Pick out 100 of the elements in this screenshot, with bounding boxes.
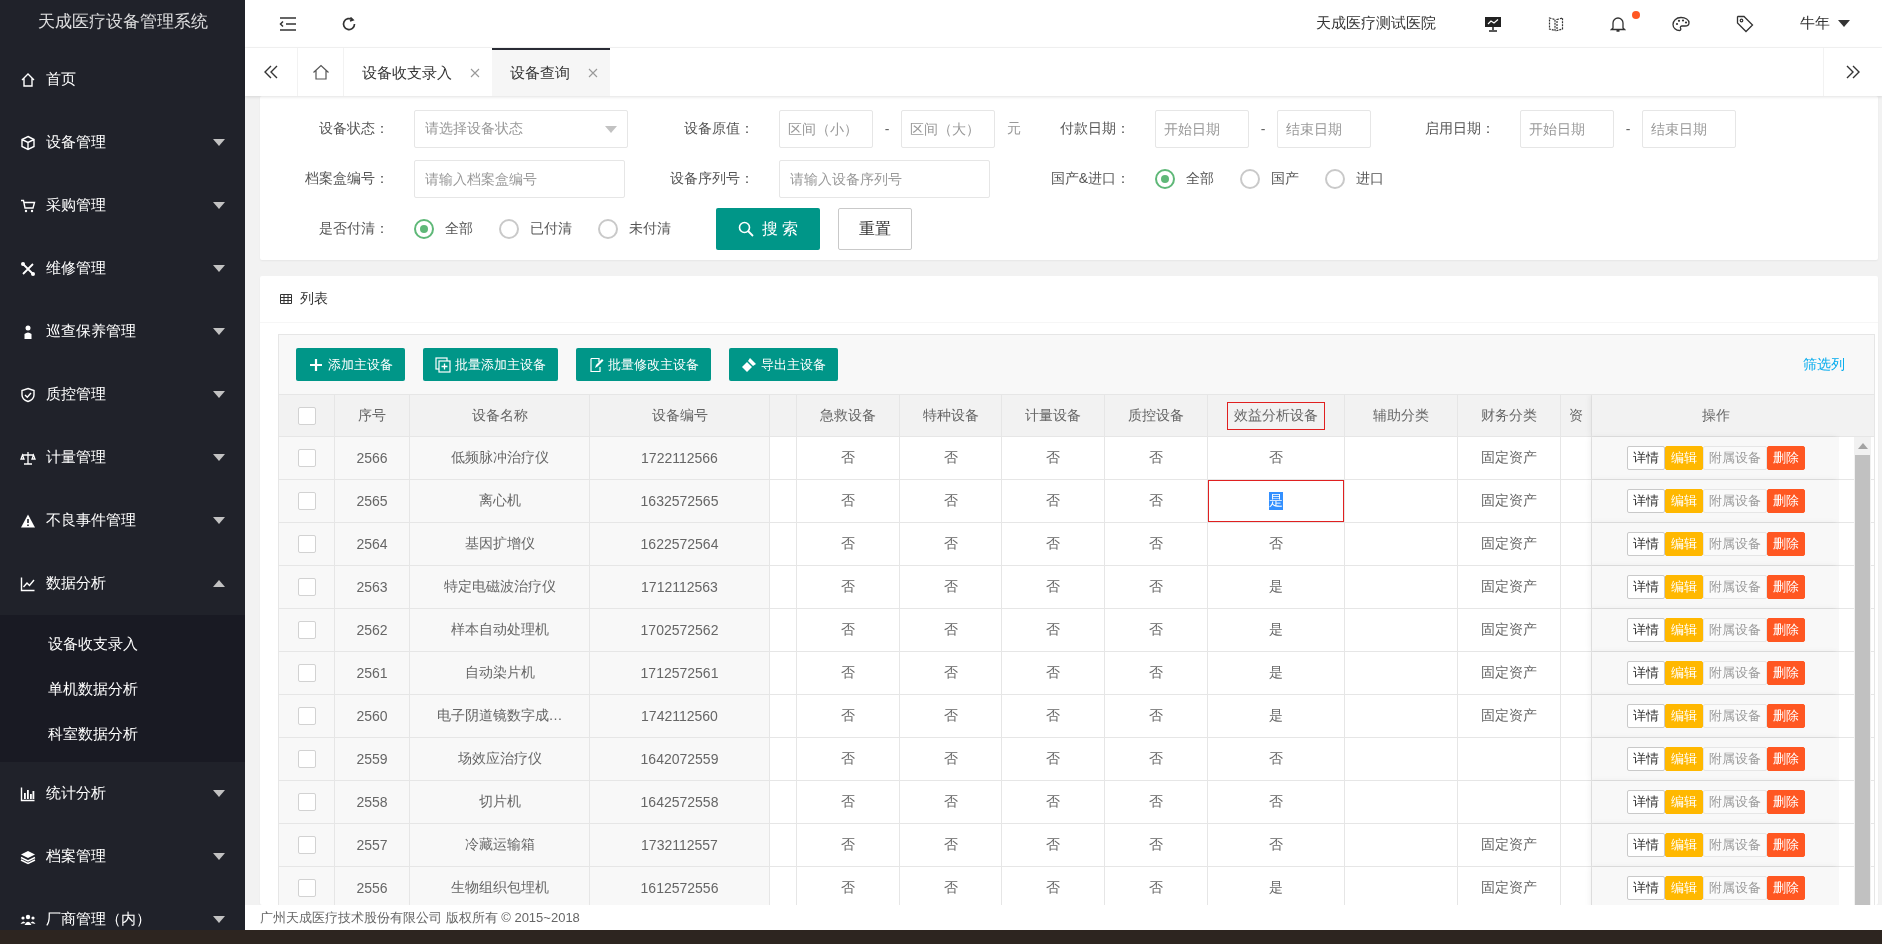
row-action-button[interactable]: 删除 [1766,833,1805,857]
row-action-button[interactable]: 删除 [1766,532,1805,556]
input-field[interactable]: 区间（大） [901,110,995,148]
row-action-button[interactable]: 删除 [1766,790,1805,814]
input-field[interactable]: 开始日期 [1520,110,1614,148]
filter-button[interactable]: 重置 [838,208,913,250]
sidebar-item[interactable]: 计量管理 [0,426,245,489]
table-cell: 否 [900,738,1002,780]
palette-icon[interactable] [1672,15,1690,32]
toolbar-button[interactable]: 批量修改主设备 [576,348,711,381]
input-field[interactable]: 结束日期 [1277,110,1371,148]
sidebar-item[interactable]: 采购管理 [0,174,245,237]
row-action-button[interactable]: 详情 [1626,446,1665,470]
presentation-icon[interactable] [1484,15,1502,32]
row-checkbox[interactable] [297,578,316,596]
tab[interactable]: 设备查询 [492,48,610,96]
toolbar-button[interactable]: 批量添加主设备 [423,348,558,381]
scale-icon [20,449,36,466]
submenu-item[interactable]: 设备收支录入 [0,621,245,666]
radio-option[interactable]: 未付清 [598,219,671,239]
sidebar-item[interactable]: 档案管理 [0,825,245,888]
row-checkbox[interactable] [297,707,316,725]
row-checkbox[interactable] [297,664,316,682]
radio-button[interactable] [598,219,618,239]
tag-icon[interactable] [1736,14,1754,33]
row-action-button[interactable]: 删除 [1766,575,1805,599]
sidebar-item[interactable]: 维修管理 [0,237,245,300]
row-action-button[interactable]: 详情 [1626,747,1665,771]
radio-option[interactable]: 全部 [414,219,473,239]
row-checkbox[interactable] [297,621,316,639]
radio-button[interactable] [499,219,519,239]
close-icon[interactable] [588,68,598,78]
sidebar-item[interactable]: 厂商管理（内） [0,888,245,930]
tab[interactable]: 设备收支录入 [344,48,492,96]
submenu-item[interactable]: 科室数据分析 [0,711,245,756]
sidebar-toggle-icon[interactable] [279,16,297,31]
radio-option[interactable]: 国产 [1240,169,1299,189]
filter-button[interactable]: 搜 索 [716,208,821,250]
scrollbar-thumb[interactable] [1855,455,1870,905]
row-action-button[interactable]: 删除 [1766,489,1805,513]
row-checkbox[interactable] [297,492,316,510]
row-action-button[interactable]: 删除 [1766,661,1805,685]
row-action-button[interactable]: 详情 [1626,833,1665,857]
submenu-item[interactable]: 单机数据分析 [0,666,245,711]
row-action-button[interactable]: 删除 [1766,876,1805,900]
input-field[interactable]: 开始日期 [1155,110,1249,148]
radio-option[interactable]: 已付清 [499,219,572,239]
row-action-button[interactable]: 删除 [1766,747,1805,771]
bell-icon[interactable] [1610,14,1626,33]
row-checkbox[interactable] [297,449,316,467]
row-checkbox[interactable] [297,535,316,553]
input-field[interactable]: 结束日期 [1642,110,1736,148]
refresh-icon[interactable] [341,15,357,32]
select-field[interactable]: 请选择设备状态 [414,110,628,148]
sidebar-item[interactable]: 巡查保养管理 [0,300,245,363]
close-icon[interactable] [470,68,480,78]
input-field[interactable]: 区间（小） [779,110,873,148]
column-header: 序号 [357,405,387,425]
table-cell: 固定资产 [1458,824,1561,866]
row-checkbox[interactable] [297,793,316,811]
radio-button[interactable] [1155,169,1175,189]
row-checkbox[interactable] [297,879,316,897]
radio-label: 全部 [1186,170,1214,188]
row-action-button[interactable]: 删除 [1766,446,1805,470]
row-action-button[interactable]: 详情 [1626,790,1665,814]
tools-icon [20,260,36,277]
input-field[interactable]: 请输入档案盒编号 [414,160,625,198]
row-action-button[interactable]: 删除 [1766,618,1805,642]
sidebar-item[interactable]: 首页 [0,48,245,111]
input-field[interactable]: 请输入设备序列号 [779,160,990,198]
sidebar-item[interactable]: 不良事件管理 [0,489,245,552]
row-action-button[interactable]: 详情 [1626,618,1665,642]
filter-columns-link[interactable]: 筛选列 [1803,355,1845,374]
row-checkbox[interactable] [297,836,316,854]
book-icon[interactable] [1548,15,1564,32]
radio-button[interactable] [1325,169,1345,189]
row-action-button[interactable]: 详情 [1626,876,1665,900]
toolbar-button[interactable]: 导出主设备 [729,348,838,381]
row-action-button[interactable]: 详情 [1626,532,1665,556]
sidebar-item[interactable]: 数据分析 [0,552,245,615]
row-action-button[interactable]: 详情 [1626,489,1665,513]
table-cell: 否 [797,480,900,522]
sidebar-item[interactable]: 统计分析 [0,762,245,825]
sidebar-item[interactable]: 设备管理 [0,111,245,174]
select-all-checkbox[interactable] [297,406,316,425]
row-action-button[interactable]: 详情 [1626,661,1665,685]
radio-button[interactable] [1240,169,1260,189]
sidebar-item[interactable]: 质控管理 [0,363,245,426]
row-action-button[interactable]: 详情 [1626,704,1665,728]
user-menu[interactable]: 牛年 [1800,14,1850,33]
scrollbar[interactable] [1854,437,1871,905]
row-checkbox[interactable] [297,750,316,768]
scroll-up-icon[interactable] [1857,443,1868,449]
radio-option[interactable]: 全部 [1155,169,1214,189]
radio-option[interactable]: 进口 [1325,169,1384,189]
toolbar-button[interactable]: 添加主设备 [296,348,405,381]
column-header: 资 [1568,405,1584,425]
radio-button[interactable] [414,219,434,239]
row-action-button[interactable]: 删除 [1766,704,1805,728]
row-action-button[interactable]: 详情 [1626,575,1665,599]
